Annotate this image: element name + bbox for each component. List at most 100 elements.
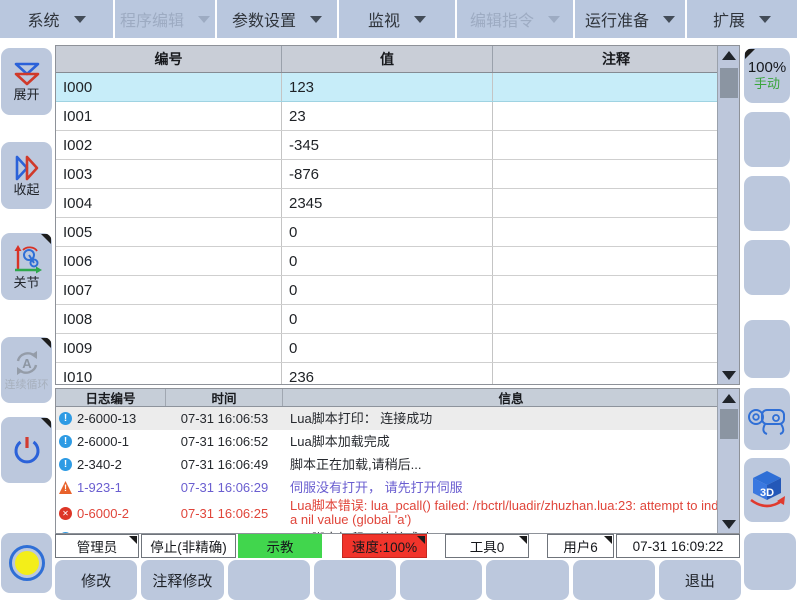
scroll-down-icon[interactable] — [718, 366, 740, 384]
log-time: 07-31 16:06:25 — [166, 506, 283, 521]
log-row[interactable]: ! 2-340-2 07-31 16:06:49 脚本正在加载,请稍后... — [56, 453, 739, 476]
robot-pendant-screen: 系统 程序编辑 参数设置 监视 编辑指令 运行准备 扩展 — [0, 0, 797, 602]
servo-status-button[interactable] — [1, 533, 52, 593]
chevron-down-icon — [663, 16, 675, 23]
view-3d-button[interactable]: 3D — [744, 458, 790, 522]
menu-monitor[interactable]: 监视 — [339, 0, 455, 38]
table-row[interactable]: I004 2345 — [56, 189, 739, 218]
cell-comment — [493, 131, 739, 159]
speed-override-button[interactable]: 100% 手动 — [744, 48, 790, 103]
cube-3d-icon: 3D — [746, 468, 788, 512]
user-frame-status[interactable]: 用户6 — [547, 534, 614, 558]
menu-label: 程序编辑 — [120, 7, 184, 31]
table-row[interactable]: I008 0 — [56, 305, 739, 334]
empty-button[interactable] — [486, 560, 568, 600]
continuous-loop-button: A 连续循环 — [1, 337, 52, 403]
chevron-down-icon — [414, 16, 426, 23]
modify-button[interactable]: 修改 — [55, 560, 137, 600]
expand-button[interactable]: 展开 — [1, 48, 52, 115]
expand-label: 展开 — [13, 87, 39, 102]
log-column-code[interactable]: 日志编号 — [56, 389, 166, 406]
table-header-row: 编号 值 注释 — [56, 46, 739, 73]
cell-value: 2345 — [282, 189, 493, 217]
speed-status[interactable]: 速度:100% — [342, 534, 427, 558]
run-state-status: 停止(非精确) — [141, 534, 236, 558]
empty-side-button[interactable] — [744, 320, 790, 378]
empty-side-button[interactable] — [744, 176, 790, 231]
cell-value: 23 — [282, 102, 493, 130]
log-row[interactable]: ! 2-6000-1 07-31 16:06:52 Lua脚本加载完成 — [56, 430, 739, 453]
empty-button[interactable] — [314, 560, 396, 600]
scrollbar-thumb[interactable] — [720, 68, 738, 98]
menu-system[interactable]: 系统 — [0, 0, 113, 38]
comment-modify-button[interactable]: 注释修改 — [141, 560, 223, 600]
log-scrollbar[interactable] — [717, 389, 739, 533]
column-header-number[interactable]: 编号 — [56, 46, 282, 72]
auto-loop-icon: A — [12, 348, 42, 378]
tool-status[interactable]: 工具0 — [445, 534, 529, 558]
cell-value: 123 — [282, 73, 493, 101]
exit-button[interactable]: 退出 — [659, 560, 741, 600]
menu-parameter-settings[interactable]: 参数设置 — [217, 0, 337, 38]
menu-label: 编辑指令 — [470, 7, 534, 31]
log-message: Lua脚本错误: lua_pcall() failed: /rbctrl/lua… — [283, 499, 739, 527]
table-body: I000 123 I001 23 I002 -345 I003 -876 I00… — [56, 73, 739, 385]
log-column-time[interactable]: 时间 — [166, 389, 283, 406]
cell-comment — [493, 189, 739, 217]
empty-side-button[interactable] — [744, 112, 790, 167]
menu-run-prepare[interactable]: 运行准备 — [575, 0, 685, 38]
empty-button[interactable] — [573, 560, 655, 600]
menu-extension[interactable]: 扩展 — [687, 0, 797, 38]
log-code: 1-923-1 — [77, 480, 122, 495]
log-message: Lua脚本加载完成 — [283, 435, 739, 449]
table-row[interactable]: I010 236 — [56, 363, 739, 385]
scroll-up-icon[interactable] — [718, 46, 740, 64]
column-header-value[interactable]: 值 — [282, 46, 493, 72]
info-icon: ! — [59, 458, 72, 471]
cell-value: 0 — [282, 276, 493, 304]
log-row-warning[interactable]: ! 1-923-1 07-31 16:06:29 伺服没有打开， 请先打开伺服 — [56, 476, 739, 499]
empty-button[interactable] — [228, 560, 310, 600]
cell-value: -345 — [282, 131, 493, 159]
log-column-message[interactable]: 信息 — [283, 389, 739, 406]
table-row[interactable]: I005 0 — [56, 218, 739, 247]
datetime-status: 07-31 16:09:22 — [616, 534, 740, 558]
info-icon: ! — [59, 412, 72, 425]
table-row[interactable]: I001 23 — [56, 102, 739, 131]
table-row[interactable]: I009 0 — [56, 334, 739, 363]
log-code: 0-6000-2 — [77, 506, 129, 521]
double-chevron-down-icon — [13, 61, 41, 87]
chevron-down-icon — [759, 16, 771, 23]
joint-mode-button[interactable]: 关节 — [1, 233, 52, 300]
table-row[interactable]: I003 -876 — [56, 160, 739, 189]
servo-power-button[interactable] — [1, 417, 52, 483]
table-row[interactable]: I007 0 — [56, 276, 739, 305]
table-row-selected[interactable]: I000 123 — [56, 73, 739, 102]
cell-comment — [493, 218, 739, 246]
cell-id: I003 — [56, 160, 282, 188]
cell-comment — [493, 102, 739, 130]
cell-value: 0 — [282, 247, 493, 275]
run-state-label: 停止(非精确) — [150, 536, 227, 556]
cell-comment — [493, 247, 739, 275]
controller-button[interactable] — [744, 388, 790, 450]
scrollbar-thumb[interactable] — [720, 409, 738, 439]
log-row-error[interactable]: ✕ 0-6000-2 07-31 16:06:25 Lua脚本错误: lua_p… — [56, 499, 739, 527]
user-role-label: 管理员 — [77, 536, 118, 556]
log-row[interactable]: ! 2-6000-13 07-31 16:06:11 Lua脚本打印： 连接成功 — [56, 527, 739, 534]
empty-side-button[interactable] — [744, 533, 796, 590]
cell-id: I007 — [56, 276, 282, 304]
table-row[interactable]: I002 -345 — [56, 131, 739, 160]
empty-button[interactable] — [400, 560, 482, 600]
scroll-up-icon[interactable] — [718, 389, 740, 407]
cell-id: I006 — [56, 247, 282, 275]
log-row[interactable]: ! 2-6000-13 07-31 16:06:53 Lua脚本打印： 连接成功 — [56, 407, 739, 430]
collapse-button[interactable]: 收起 — [1, 142, 52, 209]
user-role-status[interactable]: 管理员 — [55, 534, 139, 558]
log-header-row: 日志编号 时间 信息 — [56, 389, 739, 407]
scroll-down-icon[interactable] — [718, 515, 740, 533]
empty-side-button[interactable] — [744, 240, 790, 295]
table-row[interactable]: I006 0 — [56, 247, 739, 276]
column-header-comment[interactable]: 注释 — [493, 46, 739, 72]
table-scrollbar[interactable] — [717, 46, 739, 384]
